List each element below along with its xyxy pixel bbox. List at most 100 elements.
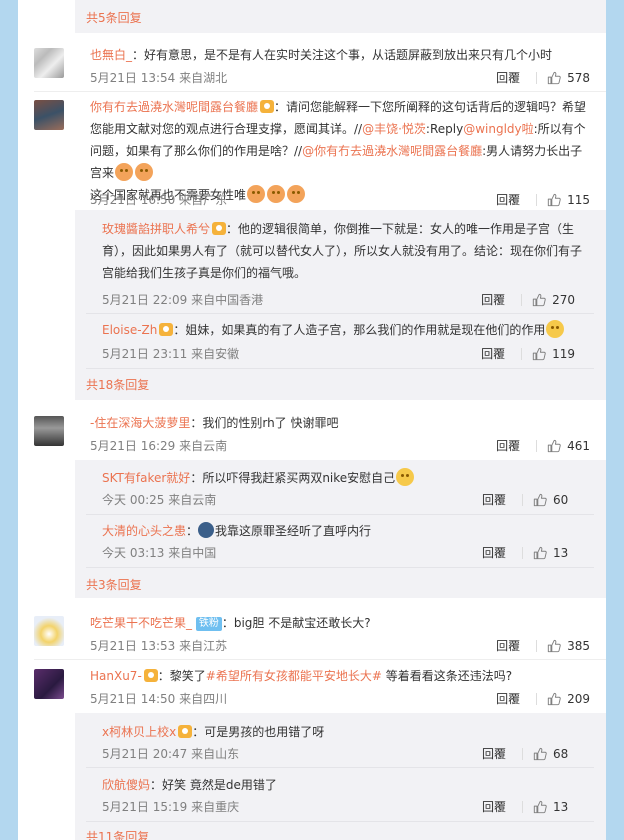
- comment-author[interactable]: -住在深海大菠萝里: [90, 416, 190, 430]
- divider: [86, 313, 594, 314]
- emoji-icon: [287, 185, 306, 203]
- comment-author[interactable]: HanXu7-: [90, 669, 142, 683]
- emoji-icon: [396, 468, 415, 486]
- thumb-up-icon[interactable]: [533, 493, 547, 507]
- sub-replies-panel: [75, 0, 606, 33]
- reply-text: ：可是男孩的也用错了呀: [192, 725, 325, 739]
- like-count: 385: [567, 638, 590, 653]
- topic-link[interactable]: #希望所有女孩都能平安地长大#: [206, 669, 382, 683]
- reply-text: ：所以吓得我赶紧买两双nike安慰自己: [190, 471, 396, 485]
- comment-meta: 5月21日 16:29 来自云南: [90, 439, 228, 453]
- vip-badge-icon: [260, 100, 275, 113]
- comment-item: HanXu7- ：黎笑了#希望所有女孩都能平安地长大# 等着看看这条还违法吗? 5…: [34, 669, 606, 709]
- reply-button[interactable]: 回覆: [482, 544, 506, 561]
- reply-author[interactable]: x柯林贝上校x: [102, 725, 176, 739]
- emoji-icon: [135, 163, 154, 181]
- reply-button[interactable]: 回覆: [482, 798, 506, 815]
- vip-badge-icon: [178, 725, 193, 738]
- reply-meta: 5月21日 20:47 来自山东: [102, 747, 240, 761]
- comment-meta: 5月21日 13:53 来自江苏: [90, 639, 228, 653]
- avatar[interactable]: [34, 669, 64, 699]
- thumb-up-icon[interactable]: [547, 439, 561, 453]
- reply-button[interactable]: 回覆: [496, 637, 520, 654]
- reply-button[interactable]: 回覆: [482, 491, 506, 508]
- comment-item: 你有冇去過澆水灣呢間露台餐廳 ：请问您能解释一下您所阐释的这句话背后的逻辑吗？希望…: [34, 100, 606, 210]
- reply-author[interactable]: 玫瑰醬諂拼职人希兮: [102, 222, 210, 236]
- reply-author[interactable]: 欣航傻妈: [102, 778, 150, 792]
- comment-text: ：黎笑了: [157, 669, 206, 683]
- reply-meta: 今天 03:13 来自中国: [102, 546, 217, 560]
- comment-item: 也無白_：好有意思，是不是有人在实时关注这个事，从话题屏蔽到放出来只有几个小时 …: [34, 48, 606, 88]
- mention-link[interactable]: @wingldy啦: [463, 122, 533, 136]
- emoji-icon: [546, 320, 565, 338]
- emoji-icon: [247, 185, 266, 203]
- like-count: 60: [553, 492, 569, 507]
- divider: [86, 368, 594, 369]
- like-count: 68: [553, 746, 569, 761]
- comment-item: 吃芒果干不吃芒果_ 铁粉 ：big胆 不是献宝还敢长大? 5月21日 13:53 …: [34, 616, 606, 656]
- reply-meta: 5月21日 23:11 来自安徽: [102, 347, 240, 361]
- more-replies-link[interactable]: 共5条回复: [86, 9, 142, 26]
- thumb-up-icon[interactable]: [533, 747, 547, 761]
- reply-meta: 5月21日 22:09 来自中国香港: [102, 293, 264, 307]
- emoji-icon: [115, 163, 134, 181]
- divider: [34, 659, 606, 660]
- avatar[interactable]: [34, 616, 64, 646]
- thumb-up-icon[interactable]: [532, 347, 546, 361]
- avatar[interactable]: [34, 416, 64, 446]
- like-count: 461: [567, 438, 590, 453]
- reply-author[interactable]: SKT有faker就好: [102, 471, 190, 485]
- mention-link[interactable]: @丰饶·悦茨: [362, 122, 426, 136]
- comment-author[interactable]: 吃芒果干不吃芒果_: [90, 616, 192, 630]
- thumb-up-icon[interactable]: [547, 692, 561, 706]
- avatar[interactable]: [34, 48, 64, 78]
- comment-list: 共5条回复 也無白_：好有意思，是不是有人在实时关注这个事，从话题屏蔽到放出来只…: [18, 0, 606, 840]
- more-replies-link[interactable]: 共11条回复: [86, 828, 149, 840]
- comment-meta: 5月21日 13:54 来自湖北: [90, 71, 228, 85]
- vip-badge-icon: [212, 222, 227, 235]
- reply-meta: 今天 00:25 来自云南: [102, 493, 217, 507]
- like-count: 209: [567, 691, 590, 706]
- divider: [86, 767, 594, 768]
- thumb-up-icon[interactable]: [547, 71, 561, 85]
- thumb-up-icon[interactable]: [533, 546, 547, 560]
- reply-button[interactable]: 回覆: [481, 345, 505, 362]
- avatar[interactable]: [34, 100, 64, 130]
- comment-text: ：我们的性别rh了 快谢罪吧: [190, 416, 339, 430]
- vip-badge-icon: [159, 323, 174, 336]
- reply-button[interactable]: 回覆: [496, 437, 520, 454]
- reply-button[interactable]: 回覆: [482, 745, 506, 762]
- mention-link[interactable]: @你有冇去過澆水灣呢間露台餐廳: [302, 144, 482, 158]
- reply-button[interactable]: 回覆: [496, 191, 520, 208]
- reply-author[interactable]: 大清的心头之患: [102, 524, 186, 538]
- divider: [86, 567, 594, 568]
- fan-badge: 铁粉: [195, 617, 222, 631]
- thumb-up-icon[interactable]: [547, 639, 561, 653]
- emoji-icon: [267, 185, 286, 203]
- more-replies-link[interactable]: 共18条回复: [86, 376, 149, 393]
- reply-author[interactable]: Eloise-Zh: [102, 323, 157, 337]
- like-count: 13: [553, 545, 569, 560]
- like-count: 270: [552, 292, 575, 307]
- divider: [86, 821, 594, 822]
- like-count: 13: [553, 799, 569, 814]
- like-count: 119: [552, 346, 575, 361]
- comment-item: -住在深海大菠萝里：我们的性别rh了 快谢罪吧 5月21日 16:29 来自云南…: [34, 416, 606, 456]
- thumb-up-icon[interactable]: [547, 193, 561, 207]
- comment-author[interactable]: 你有冇去過澆水灣呢間露台餐廳: [90, 100, 258, 114]
- avatar-icon: [198, 522, 215, 538]
- thumb-up-icon[interactable]: [532, 293, 546, 307]
- reply-text: 我靠这原罪圣经听了直呼内行: [215, 524, 372, 538]
- comment-meta: 5月21日 14:50 来自四川: [90, 692, 228, 706]
- more-replies-link[interactable]: 共3条回复: [86, 576, 142, 593]
- thumb-up-icon[interactable]: [533, 800, 547, 814]
- reply-button[interactable]: 回覆: [481, 291, 505, 308]
- reply-text: ：好笑 竟然是de用错了: [150, 778, 277, 792]
- comment-text: ：好有意思，是不是有人在实时关注这个事，从话题屏蔽到放出来只有几个小时: [132, 48, 553, 62]
- divider: [86, 514, 594, 515]
- comment-meta: 5月21日 16:50 来自广东: [90, 193, 228, 207]
- reply-button[interactable]: 回覆: [496, 690, 520, 707]
- reply-meta: 5月21日 15:19 来自重庆: [102, 800, 240, 814]
- reply-button[interactable]: 回覆: [496, 69, 520, 86]
- comment-author[interactable]: 也無白_: [90, 48, 132, 62]
